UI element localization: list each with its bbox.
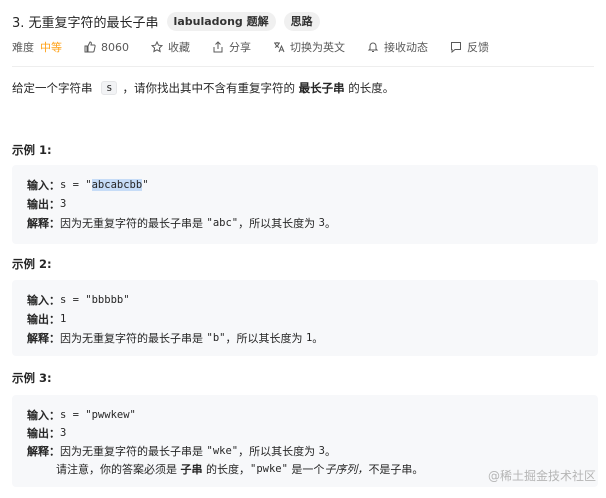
explain-period: 。 [324, 217, 336, 230]
note-end: 不是子串。 [368, 463, 424, 476]
example-2-explain: 解释： 因为无重复字符的最长子串是 "b" ，所以其长度为 1。 [27, 330, 323, 346]
input-label: 输入： [27, 179, 60, 192]
input-value-highlight: abcabcbb [91, 179, 143, 191]
desc-var: s [101, 81, 118, 95]
explain-code: "wke" [206, 445, 239, 457]
thumbs-up-icon [84, 41, 96, 53]
divider [12, 66, 594, 67]
explain-end: ，所以其长度为 [225, 332, 306, 345]
explain-label: 解释： [27, 217, 60, 230]
share-label: 分享 [229, 41, 251, 54]
difficulty-label: 难度 [12, 41, 34, 54]
bell-icon [367, 42, 379, 52]
note-mid: 的长度， [202, 463, 250, 476]
explain-end: ，所以其长度为 [238, 445, 319, 458]
star-icon [151, 41, 163, 53]
example-3-explain: 解释： 因为无重复字符的最长子串是 "wke" ，所以其长度为 3。 [27, 443, 336, 459]
explain-text: 因为无重复字符的最长子串是 [60, 217, 207, 230]
favorite-label: 收藏 [168, 41, 190, 54]
example-1-output: 输出： 3 [27, 196, 66, 212]
input-prefix: s = " [60, 179, 92, 191]
note-prefix: 请注意，你的答案必须是 [56, 463, 181, 476]
example-1-box: 输入： s = " abcabcbb " 输出： 3 解释： 因为无重复字符的最长子串是 … [12, 165, 598, 244]
desc-suffix: 的长度。 [344, 81, 395, 95]
example-3-input: 输入： s = "pwwkew" [27, 407, 136, 423]
notify-label: 接收动态 [384, 41, 428, 54]
share-button[interactable]: 分享 [212, 39, 251, 55]
share-icon [213, 41, 223, 53]
desc-prefix: 给定一个字符串 [12, 81, 97, 95]
explain-text: 因为无重复字符的最长子串是 [60, 445, 207, 458]
explain-code: "abc" [206, 217, 239, 229]
translate-icon [274, 42, 285, 53]
input-suffix: " [142, 179, 149, 191]
example-2-title: 示例 2: [12, 257, 52, 271]
title-row: 3. 无重复字符的最长子串 labuladong 题解 思路 [12, 11, 320, 31]
example-3-note: 请注意，你的答案必须是 子串 的长度， "pwke" 是一个 子序列， 不是子串。 [56, 461, 423, 477]
input-value: s = "pwwkew" [60, 409, 136, 421]
example-1-explain: 解释： 因为无重复字符的最长子串是 "abc" ，所以其长度为 3。 [27, 215, 336, 231]
output-value: 3 [60, 427, 67, 439]
explain-text: 因为无重复字符的最长子串是 [60, 332, 207, 345]
example-3-output: 输出： 3 [27, 425, 66, 441]
notify-button[interactable]: 接收动态 [367, 39, 428, 55]
explain-end: ，所以其长度为 [238, 217, 319, 230]
output-value: 1 [60, 313, 67, 325]
note-italic: 子序列， [324, 463, 369, 476]
favorite-button[interactable]: 收藏 [151, 39, 190, 55]
example-2-input: 输入： s = "bbbbb" [27, 292, 130, 308]
problem-title[interactable]: 3. 无重复字符的最长子串 [12, 12, 159, 31]
explain-label: 解释： [27, 445, 60, 458]
translate-button[interactable]: 切换为英文 [273, 39, 345, 55]
feedback-icon [451, 42, 461, 53]
desc-middle: ，请你找出其中不含有重复字符的 [122, 81, 299, 95]
note-mid2: 是一个 [287, 463, 325, 476]
example-1-title: 示例 1: [12, 143, 52, 157]
explain-period: 。 [312, 332, 324, 345]
problem-description: 给定一个字符串 s ，请你找出其中不含有重复字符的 最长子串 的长度。 [12, 80, 394, 96]
translate-label: 切换为英文 [290, 41, 345, 54]
solution-tag[interactable]: labuladong 题解 [166, 11, 276, 31]
explain-code: "b" [206, 332, 226, 344]
meta-row: 难度 中等 8060 收藏 分享 切换为英文 接收动态 反馈 [12, 38, 489, 56]
watermark-text: @稀土掘金技术社区 [487, 469, 596, 483]
output-label: 输出： [27, 427, 60, 440]
input-label: 输入： [27, 294, 60, 307]
output-label: 输出： [27, 198, 60, 211]
desc-bold: 最长子串 [298, 81, 345, 95]
example-2-output: 输出： 1 [27, 311, 66, 327]
note-code: "pwke" [250, 463, 288, 475]
example-1-input: 输入： s = " abcabcbb " [27, 177, 149, 193]
input-value: s = "bbbbb" [60, 294, 130, 306]
feedback-label: 反馈 [467, 41, 489, 54]
example-2-box: 输入： s = "bbbbb" 输出： 1 解释： 因为无重复字符的最长子串是 "b"… [12, 280, 598, 356]
explain-label: 解释： [27, 332, 60, 345]
output-value: 3 [60, 198, 67, 210]
hint-tag[interactable]: 思路 [283, 11, 320, 31]
note-bold: 子串 [180, 463, 203, 476]
explain-period: 。 [324, 445, 336, 458]
like-count: 8060 [101, 40, 129, 54]
watermark: @稀土掘金技术社区 [488, 467, 596, 484]
difficulty-value: 中等 [40, 41, 62, 54]
like-button[interactable]: 8060 [84, 41, 129, 54]
example-3-title: 示例 3: [12, 371, 52, 385]
feedback-button[interactable]: 反馈 [450, 39, 489, 55]
input-label: 输入： [27, 409, 60, 422]
output-label: 输出： [27, 313, 60, 326]
